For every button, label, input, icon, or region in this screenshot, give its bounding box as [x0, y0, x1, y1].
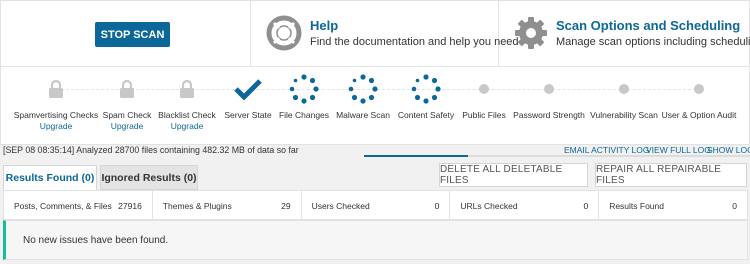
- count-themes-plugins: Themes & Plugins 29: [153, 191, 302, 219]
- help-cell[interactable]: Help Find the documentation and help you…: [251, 1, 519, 66]
- count-value: 29: [281, 201, 291, 211]
- repair-all-repairable-button[interactable]: REPAIR ALL REPAIRABLE FILES: [595, 163, 747, 187]
- spinner-icon: [411, 74, 441, 104]
- show-log-link[interactable]: SHOW LOG: [707, 145, 750, 155]
- count-label: Results Found: [609, 201, 664, 211]
- scan-summary-counts: Posts, Comments, & Files 27916 Themes & …: [3, 190, 748, 220]
- step-user-option-audit: User & Option Audit: [654, 73, 744, 120]
- results-notice-text: No new issues have been found.: [23, 235, 169, 246]
- view-full-log-link[interactable]: VIEW FULL LOG: [646, 145, 711, 155]
- gear-icon: [515, 17, 547, 49]
- pending-dot-icon: [619, 84, 629, 94]
- help-description: Find the documentation and help you need: [310, 36, 519, 48]
- delete-all-deletable-button[interactable]: DELETE ALL DELETABLE FILES: [439, 163, 588, 187]
- lock-icon: [49, 79, 63, 98]
- checkmark-icon: [234, 79, 262, 100]
- spinner-icon: [348, 74, 378, 104]
- lock-icon: [120, 79, 134, 98]
- help-title[interactable]: Help: [310, 18, 338, 33]
- spinner-icon: [289, 74, 319, 104]
- scan-options-description: Manage scan options including scheduling: [556, 36, 750, 48]
- pending-dot-icon: [694, 84, 704, 94]
- tab-results-found[interactable]: Results Found (0): [3, 165, 97, 191]
- results-notice: No new issues have been found.: [3, 220, 748, 260]
- stop-scan-button[interactable]: STOP SCAN: [95, 22, 170, 47]
- stop-scan-cell: STOP SCAN: [1, 1, 251, 66]
- count-value: 27916: [118, 201, 142, 211]
- lock-icon: [180, 79, 194, 98]
- scan-progress-bar: [364, 155, 750, 157]
- count-value: 0: [583, 201, 589, 211]
- scan-status-text: [SEP 08 08:35:14] Analyzed 28700 files c…: [3, 145, 299, 155]
- scan-options-cell[interactable]: Scan Options and Scheduling Manage scan …: [499, 1, 750, 66]
- email-activity-log-link[interactable]: EMAIL ACTIVITY LOG: [564, 145, 650, 155]
- count-label: Posts, Comments, & Files: [14, 201, 112, 211]
- count-label: Users Checked: [311, 201, 370, 211]
- lifebuoy-icon: [266, 15, 302, 51]
- tab-ignored-results[interactable]: Ignored Results (0): [100, 165, 198, 190]
- step-label: User & Option Audit: [661, 110, 737, 120]
- count-label: Themes & Plugins: [162, 201, 232, 211]
- pending-dot-icon: [544, 84, 554, 94]
- count-results-found: Results Found 0: [599, 191, 747, 219]
- count-users-checked: Users Checked 0: [302, 191, 451, 219]
- scan-progress-fill: [364, 155, 469, 157]
- scan-panel: STOP SCAN Help Find the documentation an…: [0, 0, 750, 145]
- scan-header: STOP SCAN Help Find the documentation an…: [1, 1, 750, 67]
- count-label: URLs Checked: [460, 201, 518, 211]
- count-value: 0: [732, 201, 737, 211]
- scan-options-title[interactable]: Scan Options and Scheduling: [556, 18, 740, 33]
- pending-dot-icon: [479, 84, 489, 94]
- count-posts-comments-files: Posts, Comments, & Files 27916: [4, 191, 153, 219]
- upgrade-link[interactable]: Upgrade: [142, 121, 232, 131]
- count-urls-checked: URLs Checked 0: [450, 191, 600, 219]
- count-value: 0: [434, 201, 440, 211]
